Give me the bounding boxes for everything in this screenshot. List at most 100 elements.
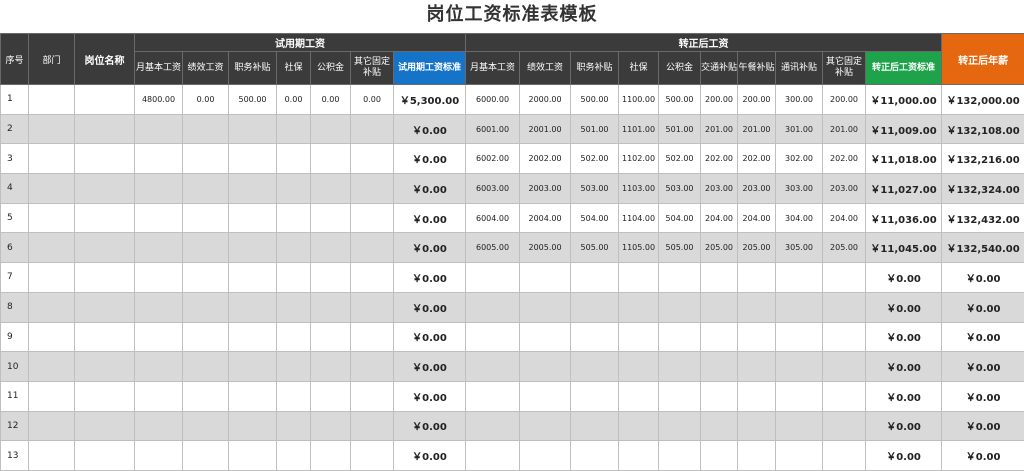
cell-formal-performance[interactable] [520, 381, 571, 411]
cell-formal-duty-allowance[interactable] [571, 352, 619, 382]
cell-seq[interactable]: 6 [1, 233, 29, 263]
cell-trial-base[interactable] [135, 203, 183, 233]
cell-formal-duty-allowance[interactable] [571, 411, 619, 441]
cell-formal-housing-fund[interactable] [659, 411, 701, 441]
cell-formal-duty-allowance[interactable]: 500.00 [571, 85, 619, 115]
cell-dept[interactable] [29, 144, 75, 174]
cell-formal-base[interactable]: 6001.00 [466, 114, 520, 144]
cell-trial-housing-fund[interactable] [311, 381, 351, 411]
cell-formal-total[interactable]: ￥11,027.00 [866, 174, 942, 204]
cell-formal-base[interactable] [466, 322, 520, 352]
cell-trial-other-allowance[interactable] [351, 381, 394, 411]
cell-seq[interactable]: 12 [1, 411, 29, 441]
cell-formal-other-allowance[interactable]: 200.00 [823, 85, 866, 115]
cell-formal-transport[interactable] [701, 263, 738, 293]
cell-trial-performance[interactable] [183, 203, 229, 233]
cell-formal-social-insurance[interactable]: 1104.00 [619, 203, 659, 233]
cell-trial-other-allowance[interactable] [351, 352, 394, 382]
cell-trial-performance[interactable] [183, 441, 229, 471]
cell-trial-base[interactable] [135, 114, 183, 144]
cell-trial-duty-allowance[interactable] [229, 441, 277, 471]
cell-formal-social-insurance[interactable]: 1102.00 [619, 144, 659, 174]
cell-trial-housing-fund[interactable] [311, 441, 351, 471]
cell-trial-duty-allowance[interactable] [229, 381, 277, 411]
cell-trial-other-allowance[interactable] [351, 233, 394, 263]
cell-dept[interactable] [29, 174, 75, 204]
cell-formal-housing-fund[interactable]: 503.00 [659, 174, 701, 204]
cell-trial-base[interactable] [135, 411, 183, 441]
cell-formal-performance[interactable] [520, 322, 571, 352]
cell-trial-base[interactable] [135, 352, 183, 382]
cell-formal-duty-allowance[interactable] [571, 322, 619, 352]
cell-trial-total[interactable]: ￥0.00 [394, 322, 466, 352]
cell-position[interactable] [75, 292, 135, 322]
cell-trial-performance[interactable] [183, 144, 229, 174]
cell-trial-performance[interactable] [183, 352, 229, 382]
cell-formal-lunch[interactable] [738, 322, 776, 352]
cell-formal-duty-allowance[interactable] [571, 381, 619, 411]
cell-formal-transport[interactable]: 201.00 [701, 114, 738, 144]
cell-formal-other-allowance[interactable] [823, 352, 866, 382]
cell-seq[interactable]: 4 [1, 174, 29, 204]
cell-formal-performance[interactable]: 2000.00 [520, 85, 571, 115]
cell-position[interactable] [75, 352, 135, 382]
cell-formal-other-allowance[interactable] [823, 322, 866, 352]
cell-trial-performance[interactable] [183, 381, 229, 411]
cell-dept[interactable] [29, 352, 75, 382]
cell-formal-social-insurance[interactable]: 1101.00 [619, 114, 659, 144]
cell-formal-telecom[interactable]: 303.00 [776, 174, 823, 204]
cell-trial-duty-allowance[interactable] [229, 322, 277, 352]
cell-formal-other-allowance[interactable]: 201.00 [823, 114, 866, 144]
cell-formal-total[interactable]: ￥0.00 [866, 441, 942, 471]
cell-trial-duty-allowance[interactable] [229, 174, 277, 204]
cell-formal-other-allowance[interactable]: 203.00 [823, 174, 866, 204]
cell-formal-telecom[interactable] [776, 352, 823, 382]
cell-formal-lunch[interactable] [738, 411, 776, 441]
cell-formal-transport[interactable] [701, 381, 738, 411]
cell-formal-base[interactable]: 6004.00 [466, 203, 520, 233]
cell-annual-salary[interactable]: ￥0.00 [942, 441, 1024, 471]
cell-trial-other-allowance[interactable] [351, 322, 394, 352]
cell-trial-performance[interactable] [183, 411, 229, 441]
cell-trial-other-allowance[interactable] [351, 411, 394, 441]
cell-formal-telecom[interactable] [776, 292, 823, 322]
cell-formal-duty-allowance[interactable] [571, 292, 619, 322]
cell-trial-social-insurance[interactable] [277, 114, 311, 144]
cell-trial-housing-fund[interactable] [311, 144, 351, 174]
cell-dept[interactable] [29, 381, 75, 411]
cell-formal-transport[interactable] [701, 352, 738, 382]
cell-trial-total[interactable]: ￥0.00 [394, 203, 466, 233]
cell-seq[interactable]: 1 [1, 85, 29, 115]
cell-formal-lunch[interactable] [738, 352, 776, 382]
cell-formal-other-allowance[interactable]: 205.00 [823, 233, 866, 263]
cell-dept[interactable] [29, 85, 75, 115]
cell-formal-lunch[interactable]: 204.00 [738, 203, 776, 233]
cell-formal-duty-allowance[interactable]: 504.00 [571, 203, 619, 233]
cell-formal-housing-fund[interactable] [659, 381, 701, 411]
cell-formal-telecom[interactable] [776, 322, 823, 352]
cell-formal-housing-fund[interactable] [659, 352, 701, 382]
cell-seq[interactable]: 3 [1, 144, 29, 174]
cell-formal-telecom[interactable] [776, 263, 823, 293]
cell-formal-social-insurance[interactable] [619, 322, 659, 352]
cell-formal-social-insurance[interactable] [619, 352, 659, 382]
cell-annual-salary[interactable]: ￥132,000.00 [942, 85, 1024, 115]
cell-formal-lunch[interactable]: 202.00 [738, 144, 776, 174]
cell-formal-base[interactable]: 6002.00 [466, 144, 520, 174]
cell-trial-social-insurance[interactable] [277, 144, 311, 174]
cell-seq[interactable]: 10 [1, 352, 29, 382]
cell-trial-performance[interactable]: 0.00 [183, 85, 229, 115]
cell-dept[interactable] [29, 263, 75, 293]
cell-formal-other-allowance[interactable] [823, 411, 866, 441]
cell-annual-salary[interactable]: ￥0.00 [942, 411, 1024, 441]
cell-annual-salary[interactable]: ￥0.00 [942, 292, 1024, 322]
cell-formal-social-insurance[interactable]: 1103.00 [619, 174, 659, 204]
cell-formal-duty-allowance[interactable] [571, 263, 619, 293]
cell-trial-base[interactable] [135, 322, 183, 352]
cell-formal-lunch[interactable]: 201.00 [738, 114, 776, 144]
cell-formal-total[interactable]: ￥11,018.00 [866, 144, 942, 174]
cell-formal-telecom[interactable] [776, 381, 823, 411]
cell-trial-housing-fund[interactable] [311, 233, 351, 263]
cell-formal-social-insurance[interactable] [619, 263, 659, 293]
cell-trial-social-insurance[interactable] [277, 174, 311, 204]
